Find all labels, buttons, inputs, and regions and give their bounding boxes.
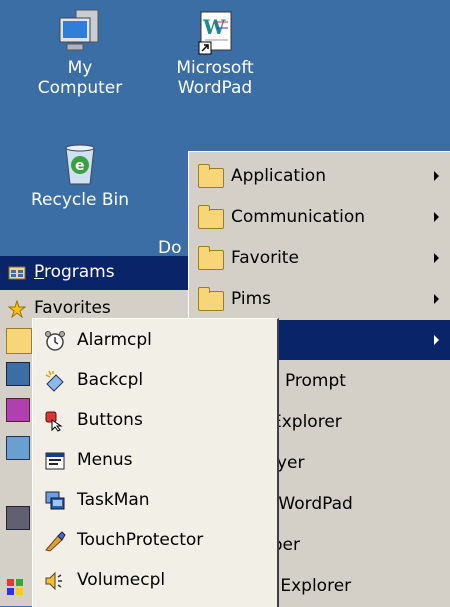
- accessory-item-alarmcpl[interactable]: Alarmcpl: [33, 321, 277, 361]
- settings-icon: [6, 362, 30, 386]
- volume-icon: [43, 570, 67, 592]
- submenu-arrow-icon: [434, 335, 439, 345]
- accessory-item-menus[interactable]: Menus: [33, 441, 277, 481]
- accessory-submenu: Alarmcpl Backcpl Buttons Menus TaskMan T…: [32, 318, 279, 607]
- desktop-icon-label: Microsoft: [176, 58, 254, 78]
- submenu-arrow-icon: [434, 294, 439, 304]
- programs-item-pims[interactable]: Pims: [189, 279, 450, 319]
- programs-item-application[interactable]: Application: [189, 156, 450, 196]
- backlight-icon: [43, 370, 67, 392]
- programs-icon: [8, 264, 26, 282]
- accessory-item-label: Volumecpl: [77, 570, 166, 590]
- favorites-icon: [7, 299, 27, 319]
- submenu-arrow-icon: [434, 253, 439, 263]
- programs-item-label: Communication: [231, 207, 365, 227]
- alarm-clock-icon: [43, 330, 67, 352]
- folder-icon: [198, 287, 224, 311]
- accessory-item-volumecpl[interactable]: Volumecpl: [33, 561, 277, 601]
- taskman-icon: [43, 490, 67, 512]
- start-menu-item-label: Favorites: [34, 298, 111, 318]
- submenu-arrow-icon: [434, 171, 439, 181]
- submenu-arrow-icon: [434, 212, 439, 222]
- start-menu-item-programs[interactable]: Programs: [0, 256, 190, 290]
- desktop-icon-label-partial: Do: [158, 238, 182, 258]
- start-menu-item-label: Programs: [34, 262, 115, 282]
- folder-icon: [198, 205, 224, 229]
- buttons-icon: [43, 410, 67, 432]
- accessory-item-taskman[interactable]: TaskMan: [33, 481, 277, 521]
- desktop-icon-label: My: [67, 58, 93, 78]
- start-button[interactable]: [0, 570, 30, 606]
- desktop-icon-label: Computer: [37, 78, 123, 98]
- accessory-item-label: Backcpl: [77, 370, 144, 390]
- desktop-icon-my-computer[interactable]: My Computer: [15, 8, 145, 98]
- desktop-icon-recycle-bin[interactable]: e Recycle Bin: [15, 140, 145, 210]
- desktop-icon-wordpad[interactable]: W Microsoft WordPad: [150, 8, 280, 98]
- programs-item-label: Favorite: [231, 248, 299, 268]
- programs-item-label: Pims: [231, 289, 272, 309]
- accessory-item-label: TaskMan: [77, 490, 150, 510]
- accessory-item-label: TouchProtector: [77, 530, 204, 550]
- wordpad-icon: W: [191, 8, 239, 56]
- programs-item-communication[interactable]: Communication: [189, 197, 450, 237]
- accessory-item-label: Menus: [77, 450, 133, 470]
- desktop-icon-label: WordPad: [177, 78, 253, 98]
- suspend-icon: [6, 506, 30, 530]
- desktop-icon-label: Recycle Bin: [30, 190, 129, 210]
- windows-logo-icon: [6, 578, 24, 596]
- svg-text:e: e: [75, 158, 85, 174]
- menus-icon: [43, 450, 67, 472]
- svg-text:W: W: [202, 15, 226, 39]
- accessory-item-backcpl[interactable]: Backcpl: [33, 361, 277, 401]
- touch-protector-icon: [43, 530, 67, 552]
- folder-icon: [198, 246, 224, 270]
- folder-icon: [198, 164, 224, 188]
- document-icon: [6, 328, 32, 354]
- recycle-bin-icon: e: [56, 140, 104, 188]
- accessory-item-label: Buttons: [77, 410, 143, 430]
- accessory-item-buttons[interactable]: Buttons: [33, 401, 277, 441]
- my-computer-icon: [56, 8, 104, 56]
- run-icon: [6, 436, 30, 460]
- programs-item-favorite[interactable]: Favorite: [189, 238, 450, 278]
- help-icon: [6, 398, 30, 422]
- programs-item-label: Application: [231, 166, 326, 186]
- accessory-item-label: Alarmcpl: [77, 330, 152, 350]
- accessory-item-touchprotector[interactable]: TouchProtector: [33, 521, 277, 561]
